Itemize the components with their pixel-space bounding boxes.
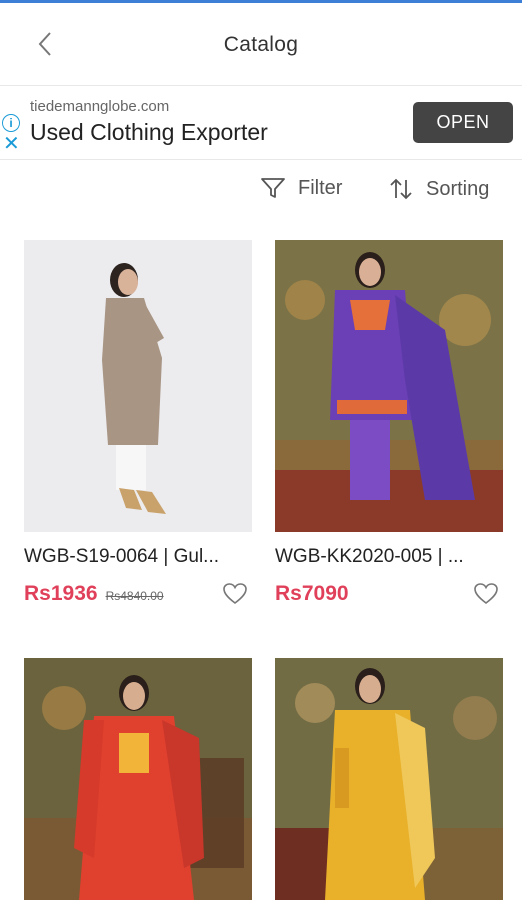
product-image[interactable] — [275, 658, 503, 900]
catalog-toolbar: Filter Sorting — [0, 166, 522, 218]
product-image[interactable] — [24, 240, 252, 532]
product-name[interactable]: WGB-KK2020-005 | ... — [275, 546, 503, 568]
filter-label: Filter — [298, 176, 343, 199]
ad-info-icon[interactable]: i — [2, 114, 20, 132]
sorting-button[interactable]: Sorting — [388, 176, 489, 202]
page-title: Catalog — [223, 33, 299, 56]
product-card[interactable] — [24, 658, 252, 900]
ad-headline[interactable]: Used Clothing Exporter — [30, 119, 268, 146]
ad-domain: tiedemannglobe.com — [30, 98, 170, 115]
heart-icon — [223, 583, 247, 605]
product-price: Rs7090 — [275, 582, 349, 605]
wishlist-button[interactable] — [473, 582, 499, 611]
filter-button[interactable]: Filter — [260, 176, 342, 200]
product-card[interactable] — [275, 658, 503, 900]
product-name[interactable]: WGB-S19-0064 | Gul... — [24, 546, 252, 568]
app-header: Catalog — [0, 3, 522, 85]
ad-banner[interactable]: i ✕ tiedemannglobe.com Used Clothing Exp… — [0, 85, 522, 160]
sort-icon — [390, 178, 412, 200]
sorting-label: Sorting — [426, 177, 490, 200]
ad-close-icon[interactable]: ✕ — [3, 134, 20, 154]
product-image[interactable] — [24, 658, 252, 900]
product-card[interactable]: WGB-KK2020-005 | ... Rs7090 — [275, 240, 503, 612]
filter-icon — [261, 178, 285, 198]
wishlist-button[interactable] — [222, 582, 248, 611]
product-old-price: Rs4840.00 — [105, 589, 164, 603]
heart-icon — [474, 583, 498, 605]
product-price: Rs1936 — [24, 582, 98, 605]
product-card[interactable]: WGB-S19-0064 | Gul... Rs1936 Rs4840.00 — [24, 240, 252, 612]
product-image[interactable] — [275, 240, 503, 532]
ad-open-button[interactable]: OPEN — [413, 102, 513, 143]
